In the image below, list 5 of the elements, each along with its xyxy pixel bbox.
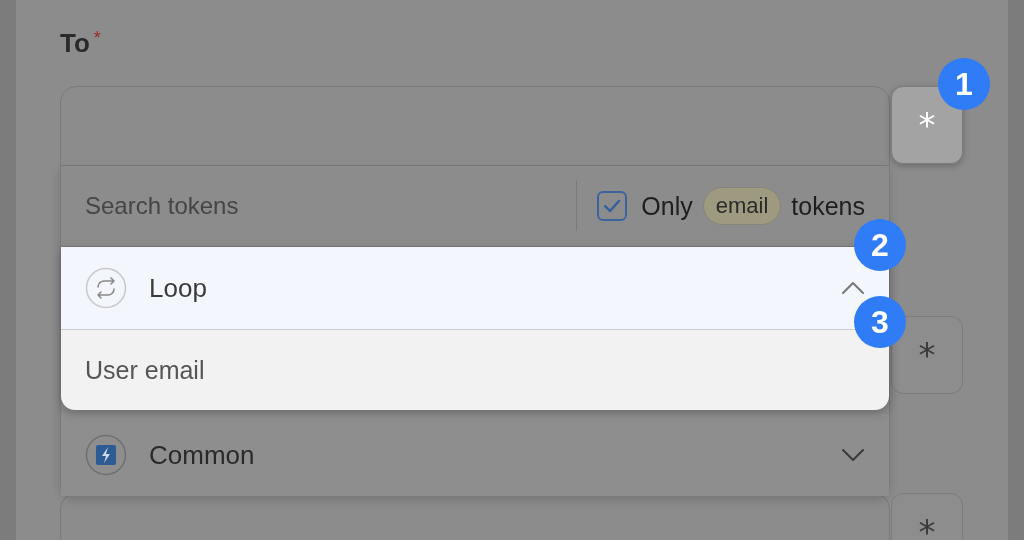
filter-label: tokens (791, 191, 865, 221)
token-chip: email (702, 187, 782, 225)
required-mark: * (93, 28, 101, 49)
field-label: To (60, 28, 90, 59)
filter-label: Only (641, 191, 693, 221)
